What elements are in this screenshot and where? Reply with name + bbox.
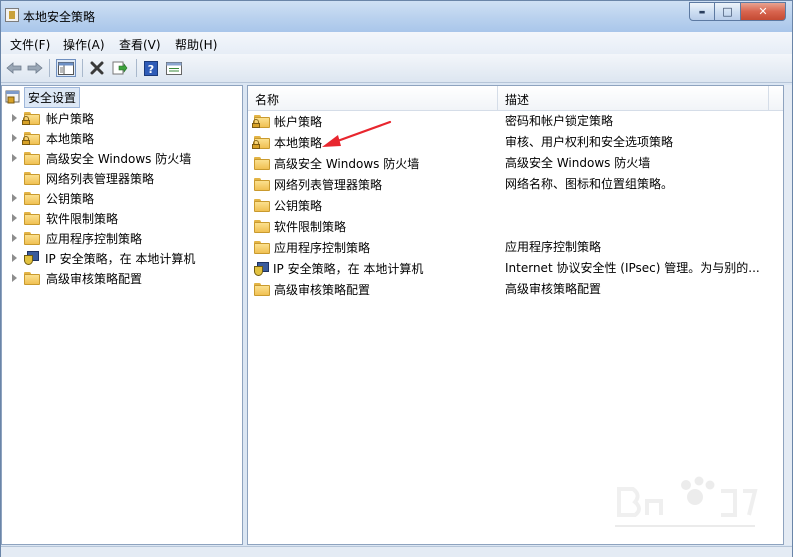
help-icon: ? (144, 60, 158, 76)
export-list-icon (112, 61, 128, 75)
window-controls: ▬ □ ✕ (689, 2, 786, 22)
export-list-button[interactable] (110, 59, 130, 77)
ipsec-icon (24, 250, 40, 266)
list-item[interactable]: 网络列表管理器策略 网络名称、图标和位置组策略。 (248, 174, 783, 195)
maximize-icon: □ (722, 5, 733, 18)
close-icon: ✕ (758, 5, 768, 18)
minimize-button[interactable]: ▬ (689, 2, 715, 21)
locked-folder-icon (22, 131, 40, 145)
column-header-description[interactable]: 描述 (498, 86, 769, 110)
folder-icon (254, 241, 270, 254)
toolbar-separator (82, 59, 83, 77)
toolbar-separator (136, 59, 137, 77)
expand-arrow-icon[interactable] (12, 188, 19, 208)
title-bar[interactable]: 本地安全策略 ▬ □ ✕ (1, 1, 792, 32)
folder-icon (254, 283, 270, 296)
column-header-name[interactable]: 名称 (248, 86, 498, 110)
security-settings-icon (5, 90, 20, 104)
menu-bar: 文件(F) 操作(A) 查看(V) 帮助(H) (1, 32, 792, 54)
locked-folder-icon (252, 136, 270, 149)
properties-icon (166, 61, 182, 75)
folder-icon (254, 199, 270, 212)
list-item[interactable]: 应用程序控制策略 应用程序控制策略 (248, 237, 783, 258)
list-item[interactable]: 软件限制策略 (248, 216, 783, 237)
list-header: 名称 描述 (248, 86, 783, 111)
expand-arrow-icon[interactable] (12, 268, 19, 288)
locked-folder-icon (252, 115, 270, 128)
close-button[interactable]: ✕ (741, 2, 786, 21)
forward-arrow-icon (27, 62, 43, 74)
toolbar-separator (49, 59, 50, 77)
list-item[interactable]: 高级安全 Windows 防火墙 高级安全 Windows 防火墙 (248, 153, 783, 174)
tree-item-advanced-audit[interactable]: 高级审核策略配置 (2, 268, 142, 288)
tree-item-label: 帐户策略 (46, 111, 95, 126)
main-window: 本地安全策略 ▬ □ ✕ 文件(F) 操作(A) 查看(V) 帮助(H) ? 安… (0, 0, 793, 557)
back-button[interactable] (4, 59, 24, 77)
locked-folder-icon (22, 111, 40, 125)
expand-arrow-icon[interactable] (12, 248, 19, 268)
folder-icon (254, 220, 270, 233)
list-item[interactable]: 公钥策略 (248, 195, 783, 216)
tree-item-label: 公钥策略 (46, 191, 95, 206)
folder-icon (24, 191, 40, 205)
tree-item-account-policies[interactable]: 帐户策略 (2, 108, 94, 128)
window-right-edge (784, 85, 792, 545)
folder-icon (24, 231, 40, 245)
tree-item-label: 高级审核策略配置 (46, 271, 143, 286)
list-pane: 名称 描述 帐户策略 密码和帐户锁定策略 本地策略 审核、用户权利和安全选项策略… (247, 85, 784, 545)
menu-file[interactable]: 文件(F) (10, 36, 50, 53)
folder-icon (254, 157, 270, 170)
tree-item-local-policies[interactable]: 本地策略 (2, 128, 94, 148)
tree-item-label: 高级安全 Windows 防火墙 (46, 151, 192, 166)
list-item[interactable]: 高级审核策略配置 高级审核策略配置 (248, 279, 783, 300)
tree-item-label: IP 安全策略，在 本地计算机 (45, 251, 196, 266)
maximize-button[interactable]: □ (715, 2, 741, 21)
expand-arrow-icon[interactable] (12, 108, 19, 128)
tree-root-label: 安全设置 (24, 86, 81, 108)
minimize-icon: ▬ (698, 7, 706, 16)
forward-button[interactable] (25, 59, 45, 77)
tree-pane: 安全设置 帐户策略 本地策略 高级安全 Windows 防火墙 网络列表管理器策… (1, 85, 243, 545)
menu-action[interactable]: 操作(A) (63, 36, 105, 53)
tree-item-public-key[interactable]: 公钥策略 (2, 188, 94, 208)
tree-item-ipsec[interactable]: IP 安全策略，在 本地计算机 (2, 248, 195, 268)
folder-icon (254, 178, 270, 191)
tree-item-app-control[interactable]: 应用程序控制策略 (2, 228, 142, 248)
tree-item-network-list[interactable]: 网络列表管理器策略 (2, 168, 154, 188)
delete-button[interactable] (87, 59, 107, 77)
tree-item-label: 软件限制策略 (46, 211, 119, 226)
annotation-arrow-icon (322, 120, 392, 147)
tree-root-security-settings[interactable]: 安全设置 (5, 86, 81, 108)
toolbar: ? (1, 54, 792, 83)
window-title: 本地安全策略 (23, 10, 96, 24)
back-arrow-icon (6, 62, 22, 74)
show-hide-tree-button[interactable] (56, 59, 76, 77)
status-bar (1, 546, 792, 557)
folder-icon (24, 271, 40, 285)
ipsec-icon (254, 261, 270, 277)
tree-item-label: 网络列表管理器策略 (46, 171, 155, 186)
expand-arrow-icon[interactable] (12, 148, 19, 168)
tree-item-label: 应用程序控制策略 (46, 231, 143, 246)
svg-text:?: ? (148, 63, 154, 76)
folder-icon (24, 171, 40, 185)
menu-help[interactable]: 帮助(H) (175, 36, 217, 53)
list-item[interactable]: IP 安全策略，在 本地计算机 Internet 协议安全性 (IPsec) 管… (248, 258, 783, 279)
folder-icon (24, 151, 40, 165)
tree-item-software-restriction[interactable]: 软件限制策略 (2, 208, 118, 228)
show-hide-tree-icon (58, 61, 74, 75)
menu-view[interactable]: 查看(V) (119, 36, 161, 53)
properties-button[interactable] (164, 59, 184, 77)
expand-arrow-icon[interactable] (12, 228, 19, 248)
delete-icon (90, 61, 104, 75)
expand-arrow-icon[interactable] (12, 208, 19, 228)
expand-arrow-icon[interactable] (12, 128, 19, 148)
folder-icon (24, 211, 40, 225)
tree-item-firewall[interactable]: 高级安全 Windows 防火墙 (2, 148, 191, 168)
help-button[interactable]: ? (141, 59, 161, 77)
tree-item-label: 本地策略 (46, 131, 95, 146)
security-policy-app-icon (5, 8, 19, 22)
